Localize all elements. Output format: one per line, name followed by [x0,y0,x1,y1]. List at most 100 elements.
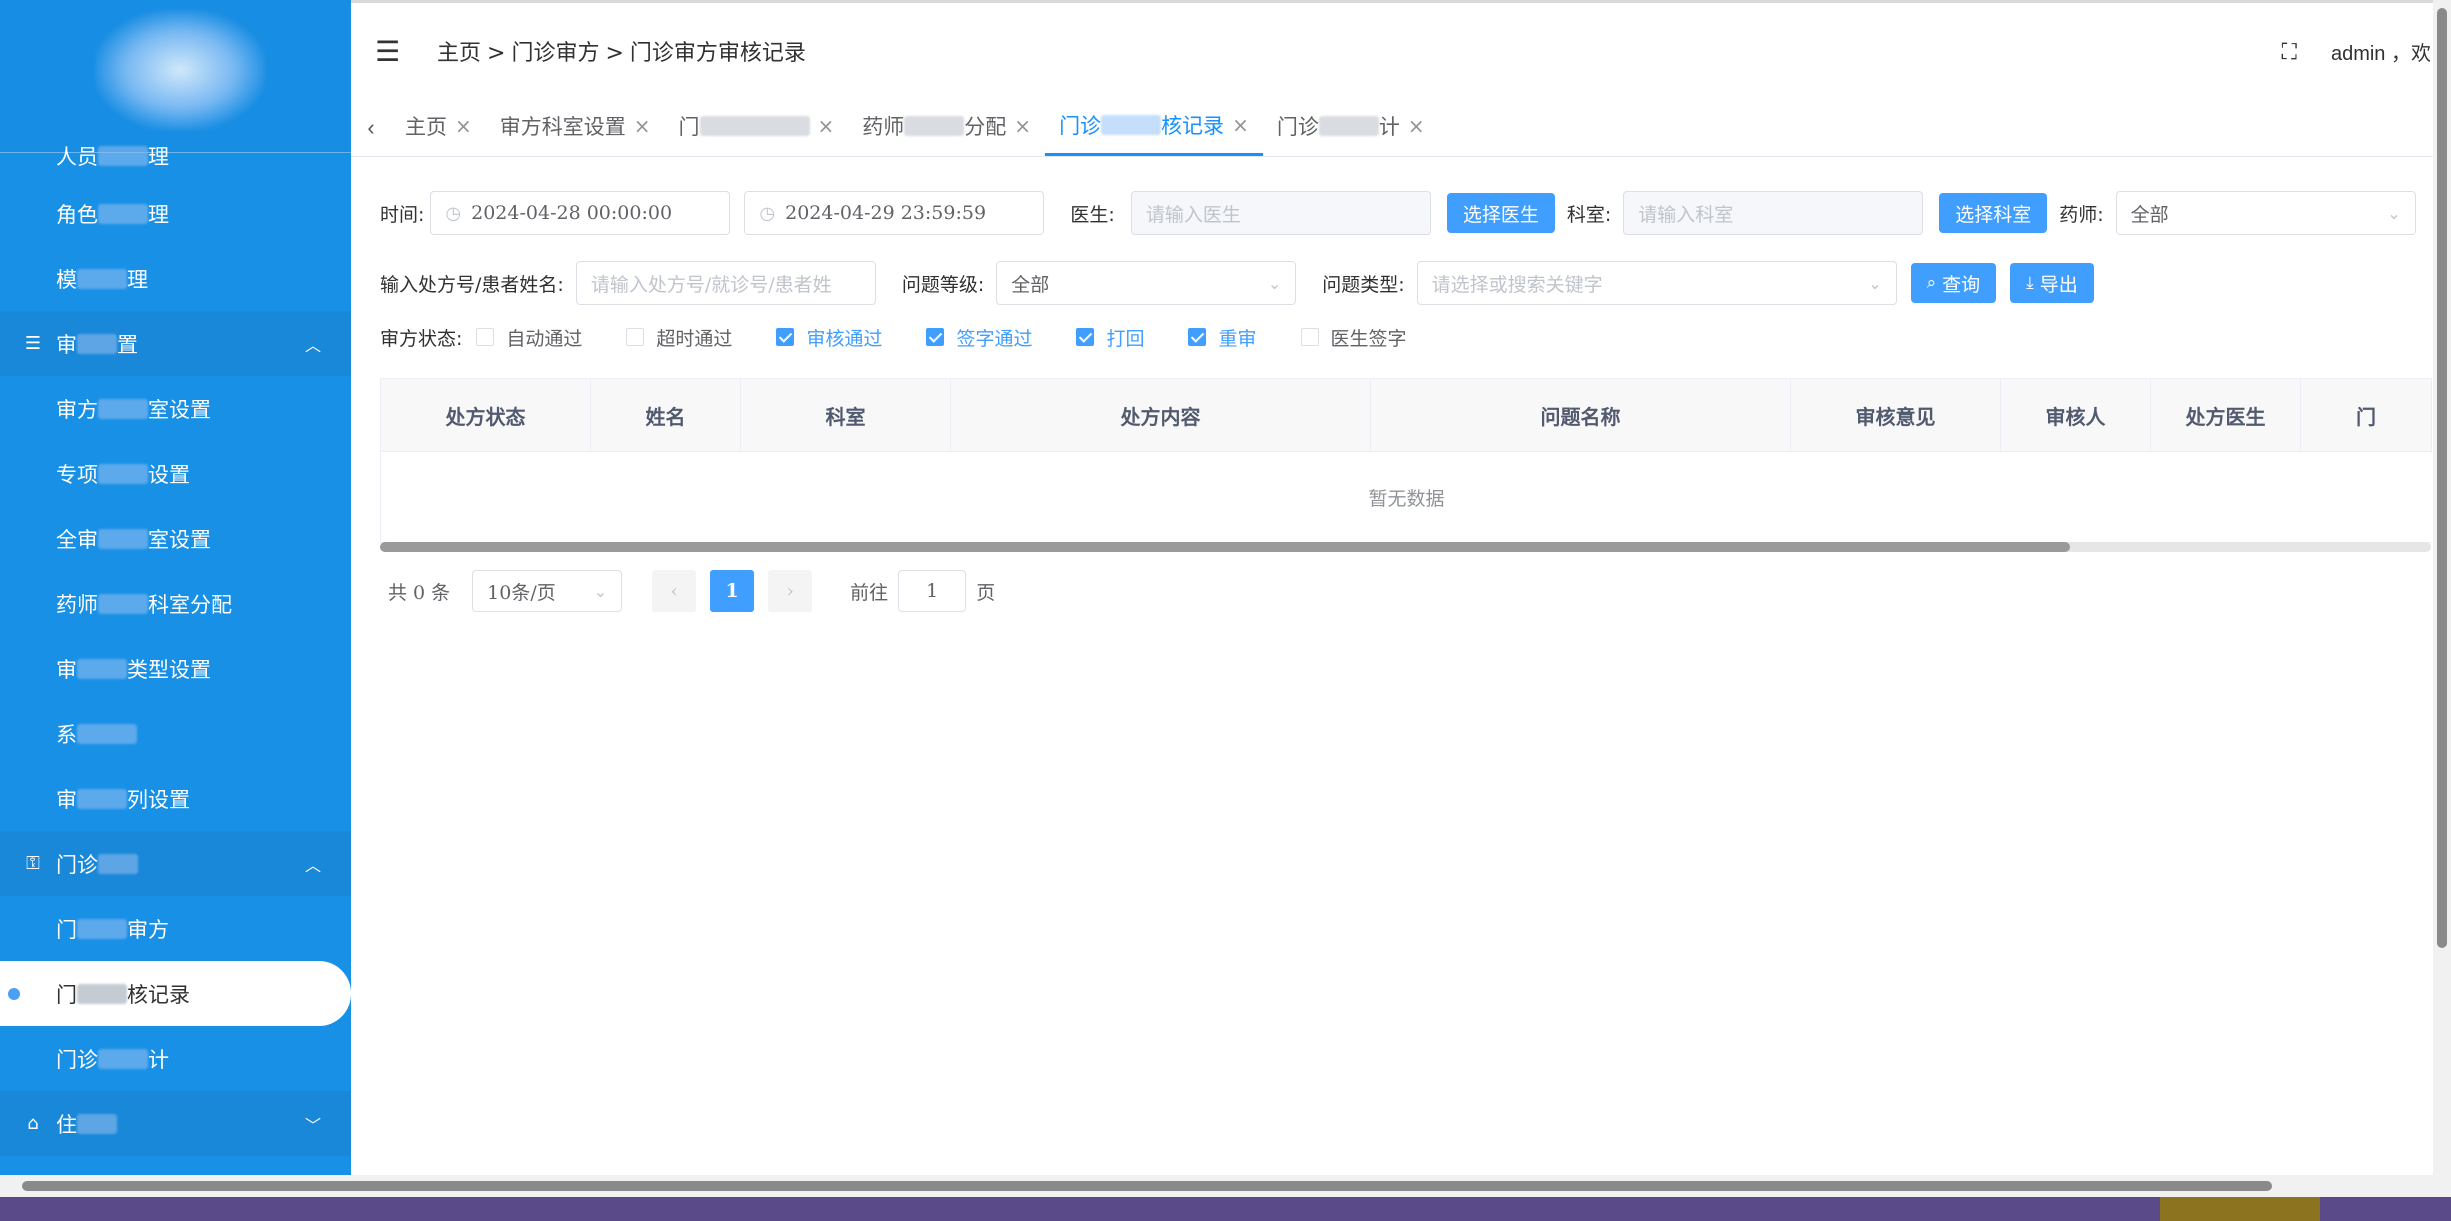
sidebar-item-label-start: 门 [56,982,77,1007]
status-checkbox-1[interactable]: 超时通过 [626,324,732,351]
close-icon[interactable]: × [818,114,835,138]
sidebar-item-label-start: 审方 [56,397,98,422]
export-label: 导出 [2039,273,2078,296]
sidebar-item-10[interactable]: 审 列设置 [0,766,351,831]
redacted-text [98,528,148,549]
menu-toggle-icon[interactable]: ☰ [375,35,400,68]
status-checkbox-5[interactable]: 重审 [1188,324,1257,351]
sidebar-item-label-end: 理 [148,202,169,227]
checkbox-icon[interactable] [1188,328,1207,346]
next-page-button[interactable]: › [768,570,813,612]
close-icon[interactable]: × [1232,113,1249,137]
start-time-input[interactable]: ◷ 2024-04-28 00:00:00 [430,191,731,235]
checkbox-icon[interactable] [926,328,945,346]
chevron-up-icon: ︿ [304,335,321,355]
sidebar-item-2[interactable]: 模理 [0,246,351,311]
sidebar-item-label-end: 审方 [127,917,169,942]
pharmacist-value: 全部 [2130,203,2169,226]
sidebar-item-9[interactable]: 系 [0,701,351,766]
level-value: 全部 [1011,273,1050,296]
tab-4[interactable]: 门诊 核记录 × [1045,96,1263,156]
sidebar-item-4[interactable]: 审方 室设置 [0,376,351,441]
sidebar-item-label-end: 理 [148,145,169,169]
goto-suffix: 页 [976,581,996,604]
tab-0[interactable]: 主页 × [391,96,486,156]
doctor-input[interactable]: 请输入医生 [1130,191,1431,235]
sidebar-item-label-start: 人员 [56,145,98,169]
username: admin [2330,43,2386,65]
tab-1[interactable]: 审方科室设置 × [486,96,665,156]
breadcrumb-home[interactable]: 主页 [437,41,481,66]
checkbox-icon[interactable] [626,328,645,346]
close-icon[interactable]: × [455,114,472,138]
user-menu[interactable]: admin ，欢 [2331,37,2431,66]
page-size-select[interactable]: 10条/页 ⌄ [472,570,623,612]
sidebar-item-5[interactable]: 专项 设置 [0,441,351,506]
sidebar-item-label-start: 门 [56,917,77,942]
sidebar-item-1[interactable]: 角色 理 [0,181,351,246]
table-header-cell: 处方状态 [381,379,591,451]
status-checkbox-6[interactable]: 医生签字 [1300,324,1407,351]
tab-3[interactable]: 药师 分配 × [848,96,1045,156]
window-vertical-scrollbar[interactable] [2433,0,2451,1175]
dept-input[interactable]: 请输入科室 [1623,191,1924,235]
tab-5[interactable]: 门诊 计 × [1263,96,1439,156]
sidebar-item-7[interactable]: 药师 科室分配 [0,571,351,636]
status-checkbox-2[interactable]: 审核通过 [776,324,882,351]
tab-scroll-left-icon[interactable]: ‹ [351,100,391,156]
table-header-cell: 问题名称 [1371,379,1791,451]
sidebar-item-0[interactable]: 人员 理 [0,131,351,181]
header-right: ⛶ admin ，欢 [2282,37,2431,66]
sidebar-group-label-start: 住 [56,1112,77,1137]
status-checkbox-3[interactable]: 签字通过 [926,324,1032,351]
tab-label-start: 门诊 [1276,115,1319,139]
type-label: 问题类型: [1322,273,1405,296]
query-button[interactable]: ⌕ 查询 [1910,263,1997,303]
pharmacist-select[interactable]: 全部 ⌄ [2115,191,2416,235]
checkbox-icon[interactable] [1300,328,1319,346]
redacted-text [77,918,127,939]
tab-2[interactable]: 门 × [665,96,849,156]
select-doctor-button[interactable]: 选择医生 [1446,193,1555,233]
close-icon[interactable]: × [1408,114,1425,138]
select-dept-button[interactable]: 选择科室 [1939,193,2048,233]
type-select[interactable]: 请选择或搜索关键字 ⌄ [1416,261,1897,305]
sidebar-group-label-start: 审 [56,332,77,357]
sidebar-item-label-start: 专项 [56,462,98,487]
breadcrumb-section[interactable]: 门诊审方 [511,41,599,66]
prev-page-button[interactable]: ‹ [652,570,697,612]
close-icon[interactable]: × [1014,114,1031,138]
sidebar-item-label-end: 室设置 [148,527,211,552]
sidebar-group-3[interactable]: ☰ 审 置 ︿ [0,311,351,376]
rx-input[interactable]: 请输入处方号/就诊号/患者姓 [575,261,876,305]
sidebar-item-12[interactable]: 门 审方 [0,896,351,961]
checkbox-icon[interactable] [776,328,795,346]
end-time-input[interactable]: ◷ 2024-04-29 23:59:59 [744,191,1045,235]
page-number-current[interactable]: 1 [710,570,755,612]
status-checkbox-4[interactable]: 打回 [1076,324,1144,351]
sidebar-item-14[interactable]: 门诊 计 [0,1026,351,1091]
goto-page-input[interactable]: 1 [898,570,967,612]
window-scrollbar-thumb[interactable] [2437,8,2447,948]
sidebar-item-13[interactable]: 门 核记录 [0,961,351,1026]
table-horizontal-scrollbar[interactable] [380,542,2431,552]
checkbox-icon[interactable] [1076,328,1095,346]
sidebar-item-label-start: 全审 [56,527,98,552]
window-horizontal-scrollbar[interactable] [0,1175,2451,1197]
breadcrumb-current: 门诊审方审核记录 [629,41,806,66]
close-icon[interactable]: × [634,114,651,138]
sidebar-item-8[interactable]: 审 类型设置 [0,636,351,701]
redacted-text [77,268,127,289]
dept-placeholder: 请输入科室 [1638,203,1734,226]
table-scrollbar-thumb[interactable] [380,542,2070,552]
sidebar-item-6[interactable]: 全审 室设置 [0,506,351,571]
export-button[interactable]: ⤓ 导出 [2010,263,2094,303]
window-hscrollbar-thumb[interactable] [22,1181,2272,1191]
sidebar-group-11[interactable]: ⚿ 门诊 ︿ [0,831,351,896]
fullscreen-icon[interactable]: ⛶ [2282,39,2297,65]
status-checkbox-0[interactable]: 自动通过 [476,324,582,351]
level-select[interactable]: 全部 ⌄ [996,261,1297,305]
checkbox-icon[interactable] [476,328,495,346]
sidebar-group-15[interactable]: ⌂ 住 ﹀ [0,1091,351,1156]
chevron-down-icon: ⌄ [1267,273,1282,293]
